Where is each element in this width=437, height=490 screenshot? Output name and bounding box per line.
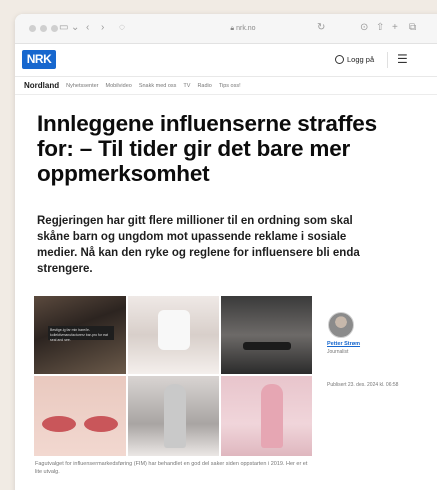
lips-shape-right [84,416,118,432]
reload-icon[interactable]: ↻ [317,22,325,34]
article-headline: Innleggene influenserne straffes for: – … [37,111,377,186]
forward-icon[interactable]: › [101,22,104,34]
share-icon[interactable]: ⇧ [376,22,384,34]
image-caption: Fagutvalget for influensermarkedsføring … [35,461,308,475]
site-header: NRK Logg på ☰ [15,44,437,77]
shield-icon[interactable]: ◌ [119,22,125,34]
article-lead: Regjeringen har gitt flere millioner til… [37,215,360,275]
nav-link-nyhetssenter[interactable]: Nyhetssenter [66,83,98,89]
region-title[interactable]: Nordland [24,81,59,90]
author-avatar[interactable] [328,312,354,338]
nav-link-mobilvideo[interactable]: Mobilvideo [106,83,132,89]
figure-shape [164,384,186,448]
section-nav: Nordland Nyhetssenter Mobilvideo Snakk m… [15,77,437,95]
nav-link-snakk-med-oss[interactable]: Snakk med oss [139,83,177,89]
login-button[interactable]: Logg på [335,55,374,64]
tabs-overview-icon[interactable]: ⧉ [409,22,416,34]
chevron-down-icon[interactable]: ⌄ [71,22,79,34]
sidebar-icon[interactable]: ▭ [59,22,68,34]
minimize-dot[interactable] [40,25,47,32]
browser-toolbar: ▭ ⌄ ‹ › ◌ 🔒︎ nrk.no ↻ ⊙ ⇧ + ⧉ [15,14,437,44]
nav-link-tv[interactable]: TV [183,83,190,89]
collage-image-6 [221,376,312,456]
nrk-logo[interactable]: NRK [22,50,56,69]
address-text: nrk.no [236,25,256,32]
zoom-dot[interactable] [51,25,58,32]
collage-image-3 [221,296,312,374]
article-image[interactable]: Bestige-ig far min bare/le- kollektivman… [34,296,312,456]
address-bar[interactable]: 🔒︎ nrk.no [143,22,343,36]
collage-image-1: Bestige-ig far min bare/le- kollektivman… [34,296,126,374]
dumbbell-shape [243,342,291,350]
lips-shape-left [42,416,76,432]
login-label: Logg på [347,55,375,64]
image-overlay-text: Bestige-ig far min bare/le- kollektivman… [48,326,114,342]
collage-image-4 [34,376,126,456]
figure-shape-pink [261,384,283,448]
new-tab-icon[interactable]: + [392,22,398,34]
white-top-shape [158,310,190,350]
menu-icon[interactable]: ☰ [397,52,408,66]
collage-image-5 [128,376,219,456]
header-divider [387,52,388,68]
author-name-link[interactable]: Petter Strøm [327,341,360,347]
collage-image-2 [128,296,219,374]
nav-link-tips-oss[interactable]: Tips oss! [219,83,241,89]
window-controls[interactable] [29,25,58,32]
published-timestamp: Publisert 23. des. 2024 kl. 06:58 [327,382,399,388]
nav-link-radio[interactable]: Radio [197,83,211,89]
back-icon[interactable]: ‹ [86,22,89,34]
download-icon[interactable]: ⊙ [360,22,368,34]
author-role: Journalist [327,349,349,355]
lock-icon: 🔒︎ [230,25,235,32]
user-icon [335,55,344,64]
close-dot[interactable] [29,25,36,32]
